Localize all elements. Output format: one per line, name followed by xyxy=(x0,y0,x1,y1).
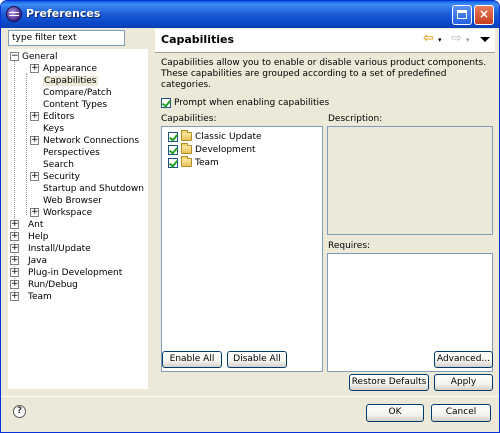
advanced-button[interactable]: Advanced... xyxy=(434,351,493,368)
tree-item-label: Help xyxy=(28,232,49,242)
back-dropdown-icon[interactable]: ▾ xyxy=(438,36,442,44)
description-label: Description: xyxy=(328,114,383,124)
tree-item-label: Team xyxy=(28,292,52,302)
folder-icon xyxy=(181,156,192,167)
page-header: Capabilities ⇦ ▾ ⇨ ▾ xyxy=(155,29,495,53)
tree-item-label: Ant xyxy=(28,220,44,230)
tree-item-label: Workspace xyxy=(43,208,93,218)
tree-item-content-types[interactable]: Content Types xyxy=(43,99,107,111)
page-title: Capabilities xyxy=(161,33,235,46)
tree-item-compare-patch[interactable]: Compare/Patch xyxy=(43,87,112,99)
capability-label: Classic Update xyxy=(195,132,262,142)
description-box xyxy=(327,126,493,235)
expand-icon[interactable]: + xyxy=(10,220,19,229)
title-bar[interactable]: Preferences × xyxy=(1,1,499,28)
expand-icon[interactable]: + xyxy=(10,232,19,241)
tree-item-startup-shutdown[interactable]: Startup and Shutdown xyxy=(43,183,144,195)
tree-item-label: Security xyxy=(43,172,80,182)
forward-arrow-icon: ⇨ xyxy=(451,31,462,46)
tree-item-perspectives[interactable]: Perspectives xyxy=(43,147,100,159)
capability-label: Team xyxy=(195,158,219,168)
close-button[interactable]: × xyxy=(474,5,494,25)
restore-defaults-button[interactable]: Restore Defaults xyxy=(349,374,429,391)
tree-item-capabilities[interactable]: Capabilities xyxy=(43,75,98,87)
prompt-checkbox-label: Prompt when enabling capabilities xyxy=(174,98,330,108)
expand-icon[interactable]: + xyxy=(30,136,39,145)
expand-icon[interactable]: + xyxy=(30,64,39,73)
folder-icon xyxy=(181,143,192,154)
prompt-checkbox[interactable] xyxy=(161,98,171,108)
capability-checkbox[interactable] xyxy=(168,132,178,142)
help-icon[interactable]: ? xyxy=(13,405,26,418)
requires-label: Requires: xyxy=(328,241,371,251)
tree-item-label: Perspectives xyxy=(43,148,100,158)
footer-divider xyxy=(1,396,499,397)
tree-item-label: Keys xyxy=(43,124,65,134)
splitter-sash[interactable] xyxy=(151,29,154,395)
expand-icon[interactable]: + xyxy=(10,292,19,301)
expand-icon[interactable]: + xyxy=(10,244,19,253)
back-arrow-icon[interactable]: ⇦ xyxy=(423,32,437,46)
preferences-tree[interactable]: − General + Appearance Capabilities Comp… xyxy=(8,49,148,389)
collapse-icon[interactable]: − xyxy=(10,52,19,61)
expand-icon[interactable]: + xyxy=(30,208,39,217)
tree-item-label: General xyxy=(22,52,58,62)
expand-icon[interactable]: + xyxy=(30,112,39,121)
maximize-button[interactable] xyxy=(452,5,472,25)
cancel-button[interactable]: Cancel xyxy=(431,404,491,422)
tree-item-label: Run/Debug xyxy=(28,280,78,290)
tree-item-label: Java xyxy=(28,256,48,266)
tree-item-label: Network Connections xyxy=(43,136,140,146)
view-menu-icon[interactable] xyxy=(480,37,490,42)
preferences-window: Preferences × − General + Appearance Cap… xyxy=(0,0,500,433)
tree-item-web-browser[interactable]: Web Browser xyxy=(43,195,102,207)
ok-button[interactable]: OK xyxy=(366,404,424,422)
tree-guide-line xyxy=(26,73,27,215)
maximize-icon xyxy=(457,10,467,19)
expand-icon[interactable]: + xyxy=(10,280,19,289)
window-title: Preferences xyxy=(26,7,101,20)
capability-checkbox[interactable] xyxy=(168,158,178,168)
tree-item-search[interactable]: Search xyxy=(43,159,74,171)
tree-item-label: Content Types xyxy=(43,100,108,110)
tree-item-label: Plug-in Development xyxy=(28,268,123,278)
tree-item-label: Compare/Patch xyxy=(43,88,112,98)
tree-item-label: Install/Update xyxy=(28,244,91,254)
disable-all-button[interactable]: Disable All xyxy=(227,351,287,368)
expand-icon[interactable]: + xyxy=(10,268,19,277)
enable-all-button[interactable]: Enable All xyxy=(162,351,222,368)
tree-item-label: Web Browser xyxy=(43,196,102,206)
capabilities-label: Capabilities: xyxy=(161,114,217,124)
eclipse-icon xyxy=(6,6,22,22)
page-description: Capabilities allow you to enable or disa… xyxy=(161,58,487,90)
tree-item-label: Startup and Shutdown xyxy=(43,184,144,194)
tree-item-label: Capabilities xyxy=(43,76,98,86)
expand-icon[interactable]: + xyxy=(30,172,39,181)
capability-label: Development xyxy=(195,145,256,155)
forward-dropdown-icon: ▾ xyxy=(466,36,470,44)
folder-icon xyxy=(181,130,192,141)
tree-item-label: Appearance xyxy=(43,64,98,74)
tree-item-keys[interactable]: Keys xyxy=(43,123,64,135)
apply-button[interactable]: Apply xyxy=(434,374,493,391)
filter-input[interactable] xyxy=(8,30,125,46)
tree-item-label: Editors xyxy=(43,112,75,122)
capabilities-list[interactable]: Classic Update Development Team xyxy=(161,126,323,372)
expand-icon[interactable]: + xyxy=(10,256,19,265)
tree-item-label: Search xyxy=(43,160,74,170)
capability-checkbox[interactable] xyxy=(168,145,178,155)
